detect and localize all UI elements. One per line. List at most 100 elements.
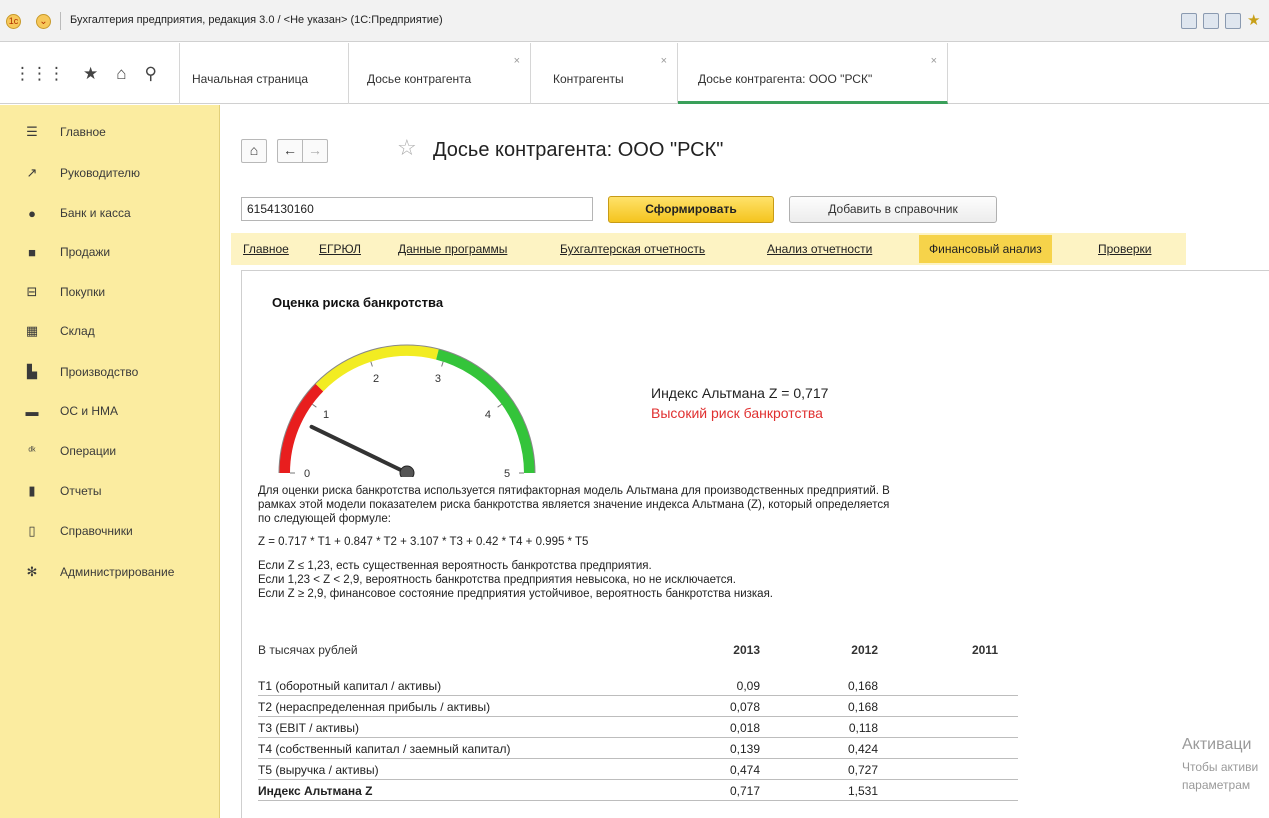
table-row: T2 (нераспределенная прибыль / активы) 0…: [258, 696, 1018, 717]
gauge-tick-label-0: 0: [304, 468, 310, 477]
title-separator: [60, 12, 61, 30]
gauge-zone-2: [436, 349, 535, 474]
history-icon[interactable]: ⌂: [116, 64, 126, 84]
dt-kt-icon: ᵈᵏ: [28, 445, 36, 457]
app-logo-icon[interactable]: 1c: [6, 14, 21, 29]
add-favorite-star-icon[interactable]: ☆: [397, 135, 417, 161]
add-to-catalog-button[interactable]: Добавить в справочник: [789, 196, 997, 223]
favorites-star-icon[interactable]: ★: [1247, 13, 1263, 29]
tab-home[interactable]: Начальная страница: [180, 43, 349, 104]
close-icon[interactable]: ×: [661, 55, 667, 67]
row-name: T5 (выручка / активы): [258, 763, 379, 777]
row-name: T3 (EBIT / активы): [258, 721, 360, 735]
section-link-main[interactable]: Главное: [243, 242, 289, 256]
sidebar-item-label: Банк и касса: [60, 206, 131, 220]
window-title-bar: 1c ⌄ Бухгалтерия предприятия, редакция 3…: [0, 0, 1269, 42]
section-link-checks[interactable]: Проверки: [1098, 242, 1152, 256]
table-row: T3 (EBIT / активы) 0,018 0,118: [258, 717, 1018, 738]
year-2013-header: 2013: [733, 643, 760, 657]
row-value-2012: 1,531: [847, 784, 878, 798]
truck-icon: ▬: [25, 403, 39, 419]
gauge-tick-label-3: 3: [435, 373, 441, 385]
watermark-line: параметрам: [1182, 778, 1251, 792]
print-icon[interactable]: [1203, 13, 1219, 29]
gauge-tick-label-5: 5: [504, 468, 510, 477]
sidebar-item-reports[interactable]: ▮ Отчеты: [0, 480, 220, 502]
sidebar-item-label: Производство: [60, 365, 139, 379]
table-row: T5 (выручка / активы) 0,474 0,727: [258, 759, 1018, 780]
quick-access-panel: ⋮⋮⋮ ★ ⌂ ⚲: [0, 43, 180, 104]
preview-icon[interactable]: [1225, 13, 1241, 29]
close-icon[interactable]: ×: [514, 55, 520, 67]
sidebar: ☰ Главное ↗ Руководителю ● Банк и касса …: [0, 105, 220, 818]
risk-level-text: Высокий риск банкротства: [651, 405, 823, 421]
sidebar-item-fixed-assets[interactable]: ▬ ОС и НМА: [0, 400, 220, 422]
apps-grid-icon[interactable]: ⋮⋮⋮: [14, 64, 65, 84]
home-button[interactable]: ⌂: [241, 139, 267, 163]
rule-line: Если 1,23 < Z < 2,9, вероятность банкрот…: [258, 574, 736, 586]
save-icon[interactable]: [1181, 13, 1197, 29]
back-button[interactable]: ←: [277, 139, 303, 163]
tab-label: Контрагенты: [553, 72, 624, 86]
sidebar-item-label: Администрирование: [60, 565, 175, 579]
section-link-program-data[interactable]: Данные программы: [398, 242, 507, 256]
sidebar-item-label: Склад: [60, 324, 95, 338]
sidebar-item-label: Отчеты: [60, 484, 102, 498]
tab-label: Досье контрагента: ООО "РСК": [698, 72, 873, 86]
section-link-report-analysis[interactable]: Анализ отчетности: [767, 242, 872, 256]
tab-dossier-rsk[interactable]: × Досье контрагента: ООО "РСК": [678, 43, 948, 104]
factory-icon: ▙: [27, 364, 37, 379]
section-links-bar: Главное ЕГРЮЛ Данные программы Бухгалтер…: [231, 233, 1186, 265]
table-row: T1 (оборотный капитал / активы) 0,09 0,1…: [258, 675, 1018, 696]
search-icon[interactable]: ⚲: [145, 64, 157, 84]
gauge-outline: [278, 344, 536, 474]
table-row-total: Индекс Альтмана Z 0,717 1,531: [258, 780, 1018, 801]
generate-button[interactable]: Сформировать: [608, 196, 774, 223]
sidebar-item-production[interactable]: ▙ Производство: [0, 361, 220, 383]
rule-line: Если Z ≥ 2,9, финансовое состояние предп…: [258, 588, 773, 600]
sidebar-item-label: Справочники: [60, 524, 133, 538]
row-name: T2 (нераспределенная прибыль / активы): [258, 700, 491, 714]
warehouse-icon: ▦: [25, 323, 39, 338]
row-value-2013: 0,09: [736, 679, 760, 693]
watermark-line: Активаци: [1182, 736, 1252, 753]
sidebar-item-label: Операции: [60, 444, 117, 458]
row-value-2012: 0,168: [847, 679, 878, 693]
sidebar-item-warehouse[interactable]: ▦ Склад: [0, 320, 220, 342]
row-value-2012: 0,727: [847, 763, 878, 777]
row-name: T1 (оборотный капитал / активы): [258, 679, 442, 693]
tab-counterparties[interactable]: × Контрагенты: [531, 43, 678, 104]
gauge-tick-4: [497, 403, 502, 408]
sidebar-item-bank[interactable]: ● Банк и касса: [0, 202, 220, 224]
section-link-accounting-reports[interactable]: Бухгалтерская отчетность: [560, 242, 705, 256]
sidebar-item-label: Руководителю: [60, 166, 141, 180]
inn-input[interactable]: [241, 197, 593, 221]
forward-button[interactable]: →: [302, 139, 328, 163]
sidebar-item-catalogs[interactable]: ▯ Справочники: [0, 520, 220, 542]
row-name: T4 (собственный капитал / заемный капита…: [258, 742, 511, 756]
sidebar-item-operations[interactable]: ᵈᵏ Операции: [0, 440, 220, 462]
sidebar-item-sales[interactable]: ■ Продажи: [0, 241, 220, 263]
sidebar-item-purchases[interactable]: ⊟ Покупки: [0, 281, 220, 303]
section-link-egrul[interactable]: ЕГРЮЛ: [319, 242, 361, 256]
table-header-label: В тысячах рублей: [258, 643, 358, 657]
main-menu-chevron-icon[interactable]: ⌄: [36, 14, 51, 29]
sidebar-item-admin[interactable]: ✻ Администрирование: [0, 561, 220, 583]
sidebar-item-manager[interactable]: ↗ Руководителю: [0, 162, 220, 184]
sidebar-item-label: Продажи: [60, 245, 111, 259]
section-link-financial-analysis[interactable]: Финансовый анализ: [919, 235, 1052, 263]
row-value-2012: 0,118: [848, 721, 878, 735]
close-icon[interactable]: ×: [931, 55, 937, 67]
trend-icon: ↗: [26, 165, 38, 180]
main-content: ⌂ ← → ☆ Досье контрагента: ООО "РСК" Сфо…: [221, 105, 1269, 818]
row-value-2013: 0,139: [729, 742, 760, 756]
sidebar-item-main[interactable]: ☰ Главное: [0, 121, 220, 143]
cart-icon: ⊟: [26, 284, 38, 299]
tab-dossier[interactable]: × Досье контрагента: [349, 43, 531, 104]
gauge-hub: [399, 465, 415, 477]
row-value-2013: 0,018: [729, 721, 760, 735]
window-toolbar: ★: [1181, 13, 1263, 29]
gauge-tick-3: [441, 361, 444, 367]
favorites-star-icon[interactable]: ★: [83, 64, 98, 84]
gear-icon: ✻: [26, 564, 38, 579]
